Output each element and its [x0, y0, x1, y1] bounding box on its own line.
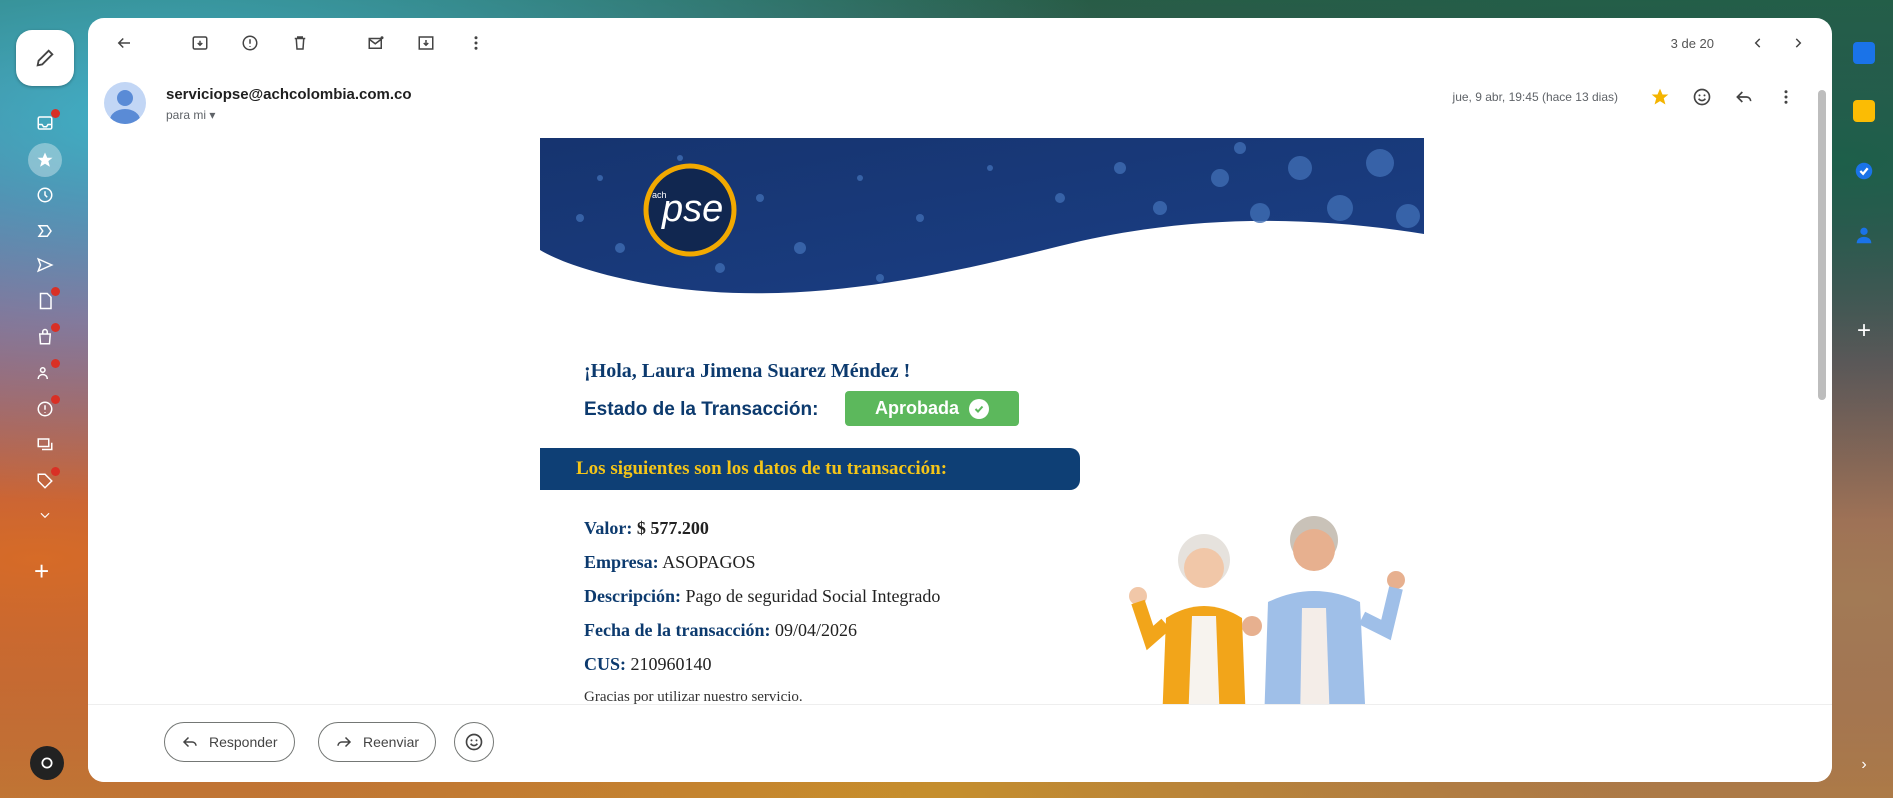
detail-descripcion: Descripción: Pago de seguridad Social In…: [584, 586, 941, 606]
unread-dot: [51, 395, 60, 404]
mark-unread-button[interactable]: [356, 23, 396, 63]
unread-dot: [51, 323, 60, 332]
avatar: [104, 82, 146, 124]
pse-banner: ach pse: [540, 138, 1424, 298]
more-actions-button[interactable]: [456, 23, 496, 63]
pse-logo: pse: [662, 188, 724, 230]
left-rail: +: [0, 0, 88, 798]
detail-cus: CUS: 210960140: [584, 654, 712, 674]
sender-email[interactable]: serviciopse@achcolombia.com.co: [166, 86, 412, 103]
archive-icon: [192, 36, 208, 50]
page-count: 3 de 20: [1670, 35, 1714, 51]
more-chevron-icon[interactable]: [34, 504, 56, 526]
compose-button[interactable]: [16, 30, 74, 86]
keep-icon[interactable]: [1853, 100, 1875, 122]
important-icon[interactable]: [34, 220, 56, 242]
reply-button[interactable]: [1728, 82, 1760, 112]
reply-icon: [182, 736, 197, 748]
celebrating-couple-image: [1104, 498, 1420, 724]
calendar-icon[interactable]: [1853, 42, 1875, 64]
unread-dot: [51, 287, 60, 296]
move-to-icon: [418, 36, 434, 50]
message-header: serviciopse@achcolombia.com.co para mi ▾…: [104, 82, 1802, 132]
scrollbar[interactable]: [1818, 90, 1826, 400]
greeting: ¡Hola, Laura Jimena Suarez Méndez !: [584, 360, 911, 382]
archive-button[interactable]: [180, 23, 220, 63]
chevron-left-icon: [1754, 38, 1761, 48]
smiley-icon: [1693, 88, 1711, 106]
report-spam-button[interactable]: [230, 23, 270, 63]
unread-dot: [51, 359, 60, 368]
right-rail: + ›: [1833, 0, 1893, 798]
forward-label: Reenviar: [363, 734, 420, 750]
mail-unread-icon: [368, 36, 384, 49]
status-badge: Aprobada: [845, 391, 1019, 426]
pagination: 3 de 20: [1671, 18, 1814, 68]
reply-pill-button[interactable]: Responder: [164, 722, 295, 762]
recipient-dropdown[interactable]: para mi ▾: [166, 108, 215, 122]
star-button[interactable]: [1644, 82, 1676, 112]
check-circle-icon: [969, 398, 989, 419]
detail-valor: Valor: $ 577.200: [584, 518, 709, 538]
add-addon-icon[interactable]: +: [1853, 319, 1875, 343]
pencil-icon: [36, 49, 54, 67]
trash-icon: [294, 36, 306, 50]
snoozed-icon[interactable]: [34, 184, 56, 206]
forums-icon[interactable]: [34, 434, 56, 456]
report-icon: [242, 35, 258, 51]
delete-button[interactable]: [280, 23, 320, 63]
reply-label: Responder: [209, 734, 278, 750]
to-label: para mi: [166, 108, 207, 122]
forward-pill-button[interactable]: Reenviar: [318, 722, 437, 762]
emoji-reaction-button[interactable]: [1686, 82, 1718, 112]
message-more-button[interactable]: [1770, 82, 1802, 112]
message-toolbar: 3 de 20: [88, 18, 1832, 68]
star-icon: [1651, 88, 1669, 105]
inbox-icon[interactable]: [34, 109, 60, 134]
chevron-right-icon: [1795, 38, 1802, 48]
status-value: Aprobada: [874, 398, 959, 418]
tasks-icon[interactable]: [1853, 160, 1875, 182]
forward-icon: [337, 736, 352, 748]
updates-icon[interactable]: [34, 395, 60, 420]
unread-dot: [51, 467, 60, 476]
purchases-icon[interactable]: [34, 323, 60, 348]
move-to-button[interactable]: [406, 23, 446, 63]
add-label-icon[interactable]: +: [34, 558, 49, 584]
message-panel: 3 de 20 serviciopse@achcolombia.com.co p…: [88, 18, 1832, 782]
more-vert-icon: [474, 36, 478, 50]
unread-dot: [51, 109, 60, 118]
data-header: Los siguientes son los datos de tu trans…: [540, 448, 1080, 490]
drafts-icon[interactable]: [34, 287, 60, 312]
newer-button[interactable]: [1742, 27, 1774, 59]
social-icon[interactable]: [34, 359, 60, 384]
emoji-footer-button[interactable]: [454, 722, 494, 762]
detail-fecha: Fecha de la transacción: 09/04/2026: [584, 620, 857, 640]
expand-panel-icon[interactable]: ›: [1853, 756, 1875, 778]
sent-icon[interactable]: [34, 254, 56, 276]
back-button[interactable]: [104, 23, 144, 63]
more-vert-icon: [1784, 90, 1788, 104]
status-label: Estado de la Transacción:: [584, 399, 819, 420]
promotions-icon[interactable]: [34, 467, 60, 492]
arrow-left-icon: [117, 37, 130, 49]
caret-down-icon: ▾: [209, 108, 216, 122]
older-button[interactable]: [1782, 27, 1814, 59]
detail-empresa: Empresa: ASOPAGOS: [584, 552, 756, 572]
reply-icon: [1736, 91, 1752, 103]
status-icon[interactable]: [30, 746, 64, 780]
message-meta: jue, 9 abr, 19:45 (hace 13 dias): [1453, 82, 1802, 112]
starred-icon[interactable]: [28, 143, 62, 177]
message-date: jue, 9 abr, 19:45 (hace 13 dias): [1452, 90, 1618, 104]
smiley-icon: [465, 733, 483, 751]
contacts-icon[interactable]: [1853, 224, 1875, 246]
